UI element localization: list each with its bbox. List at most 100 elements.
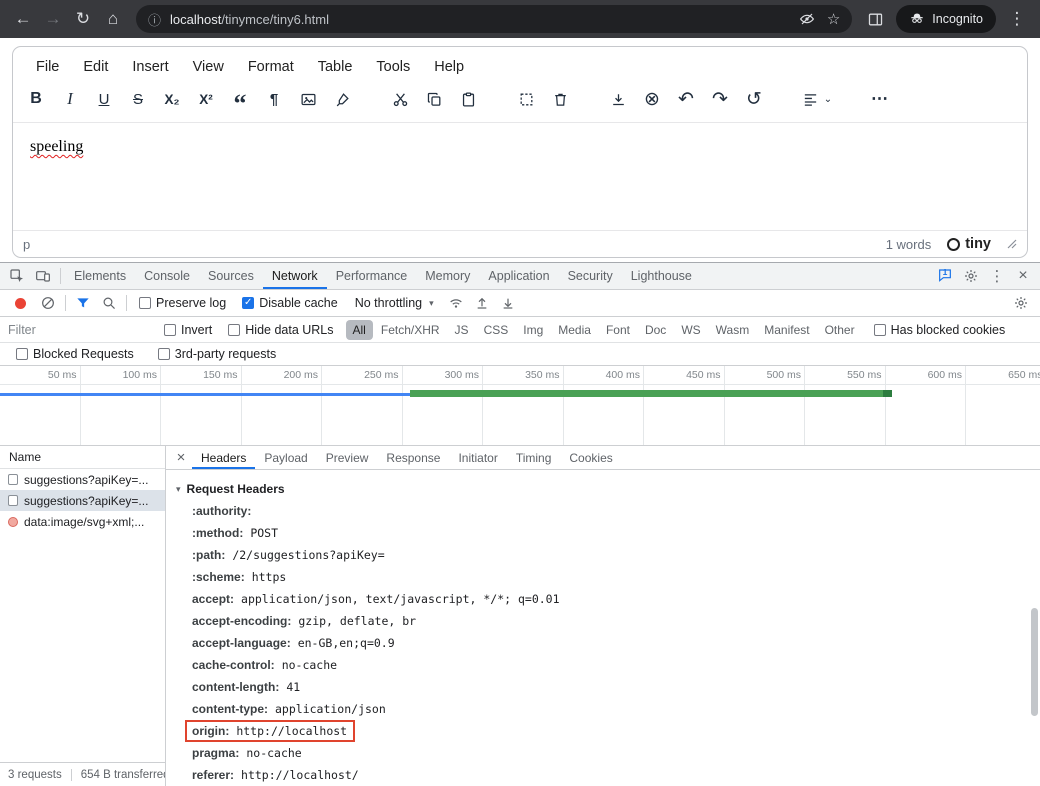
checkbox-unchecked[interactable] [158, 348, 170, 360]
devtools-menu-icon[interactable]: ⋮ [984, 264, 1010, 288]
inspect-icon[interactable] [4, 264, 30, 288]
issues-icon[interactable]: 1 [932, 264, 958, 288]
invert-checkbox[interactable]: Invert [164, 323, 212, 337]
select-all-icon[interactable] [509, 84, 543, 114]
filter-chip-wasm[interactable]: Wasm [709, 320, 757, 340]
disable-cache-checkbox[interactable]: ✓Disable cache [242, 296, 338, 310]
paragraph-icon[interactable]: ¶ [257, 84, 291, 114]
cancel-icon[interactable]: ⊗ [635, 84, 669, 114]
menu-format[interactable]: Format [237, 54, 305, 80]
has-blocked-cookies-checkbox[interactable]: Has blocked cookies [874, 323, 1006, 337]
network-settings-icon[interactable] [1008, 291, 1034, 315]
request-headers-section[interactable]: ▾ Request Headers [176, 478, 1026, 500]
menu-view[interactable]: View [182, 54, 235, 80]
align-icon[interactable]: ⌄ [795, 84, 839, 114]
address-bar[interactable]: ⓘ localhost/tinymce/tiny6.html ☆ [136, 5, 852, 33]
clear-icon[interactable] [35, 291, 61, 315]
word-count[interactable]: 1 words [886, 237, 932, 252]
italic-icon[interactable]: I [53, 84, 87, 114]
eye-blocked-icon[interactable] [799, 11, 815, 27]
menu-edit[interactable]: Edit [72, 54, 119, 80]
superscript-icon[interactable]: X² [189, 84, 223, 114]
close-details-icon[interactable]: × [170, 449, 192, 466]
tab-performance[interactable]: Performance [327, 263, 417, 289]
image-icon[interactable] [291, 84, 325, 114]
tab-memory[interactable]: Memory [416, 263, 479, 289]
details-tab-timing[interactable]: Timing [507, 446, 561, 469]
resize-handle-icon[interactable] [1007, 239, 1017, 249]
details-tab-headers[interactable]: Headers [192, 446, 255, 469]
network-conditions-icon[interactable] [443, 291, 469, 315]
details-tab-initiator[interactable]: Initiator [449, 446, 506, 469]
element-path[interactable]: p [23, 237, 30, 252]
request-row[interactable]: data:image/svg+xml;... [0, 511, 165, 532]
undo-icon[interactable]: ↶ [669, 84, 703, 114]
checkbox-unchecked[interactable] [16, 348, 28, 360]
filter-chip-media[interactable]: Media [551, 320, 598, 340]
filter-chip-ws[interactable]: WS [674, 320, 707, 340]
tab-network[interactable]: Network [263, 263, 327, 289]
filter-chip-manifest[interactable]: Manifest [757, 320, 816, 340]
bookmark-star-icon[interactable]: ☆ [827, 10, 840, 28]
scrollbar-thumb[interactable] [1031, 608, 1038, 716]
checkbox-unchecked[interactable] [874, 324, 886, 336]
reload-icon[interactable]: ↻ [68, 5, 98, 33]
export-icon[interactable] [601, 84, 635, 114]
import-har-icon[interactable] [469, 291, 495, 315]
brush-icon[interactable] [325, 84, 359, 114]
details-tab-payload[interactable]: Payload [255, 446, 316, 469]
side-panel-icon[interactable] [860, 5, 890, 33]
browser-menu-icon[interactable]: ⋮ [1002, 5, 1032, 33]
misspelled-word[interactable]: speeling [30, 138, 83, 155]
home-icon[interactable]: ⌂ [98, 5, 128, 33]
menu-table[interactable]: Table [307, 54, 364, 80]
more-icon[interactable]: ⋯ [863, 84, 897, 114]
filter-toggle-icon[interactable] [70, 291, 96, 315]
details-tab-response[interactable]: Response [377, 446, 449, 469]
tab-lighthouse[interactable]: Lighthouse [622, 263, 701, 289]
trash-icon[interactable] [543, 84, 577, 114]
site-info-icon[interactable]: ⓘ [148, 10, 161, 29]
paste-icon[interactable] [451, 84, 485, 114]
editor-content-area[interactable]: speeling [13, 123, 1027, 230]
tab-elements[interactable]: Elements [65, 263, 135, 289]
redo-icon[interactable]: ↷ [703, 84, 737, 114]
strikethrough-icon[interactable]: S [121, 84, 155, 114]
tab-console[interactable]: Console [135, 263, 199, 289]
name-column-header[interactable]: Name [0, 446, 165, 469]
checkbox-unchecked[interactable] [228, 324, 240, 336]
export-har-icon[interactable] [495, 291, 521, 315]
details-tab-preview[interactable]: Preview [317, 446, 378, 469]
scrollbar[interactable] [1030, 470, 1039, 786]
checkbox-unchecked[interactable] [139, 297, 151, 309]
tab-security[interactable]: Security [559, 263, 622, 289]
hide-data-urls-checkbox[interactable]: Hide data URLs [228, 323, 333, 337]
menu-help[interactable]: Help [423, 54, 475, 80]
underline-icon[interactable]: U [87, 84, 121, 114]
copy-icon[interactable] [417, 84, 451, 114]
preserve-log-checkbox[interactable]: Preserve log [139, 296, 226, 310]
menu-tools[interactable]: Tools [365, 54, 421, 80]
tiny-logo[interactable]: tiny [947, 236, 991, 252]
menu-file[interactable]: File [25, 54, 70, 80]
request-row[interactable]: suggestions?apiKey=... [0, 469, 165, 490]
bold-icon[interactable]: B [19, 84, 53, 114]
devtools-close-icon[interactable]: × [1010, 264, 1036, 288]
restore-icon[interactable]: ↺ [737, 84, 771, 114]
subscript-icon[interactable]: X₂ [155, 84, 189, 114]
throttling-dropdown[interactable]: No throttling▾ [355, 296, 434, 310]
filter-chip-other[interactable]: Other [818, 320, 862, 340]
blocked-requests-checkbox[interactable]: Blocked Requests [16, 347, 134, 361]
menu-insert[interactable]: Insert [121, 54, 179, 80]
checkbox-unchecked[interactable] [164, 324, 176, 336]
filter-input[interactable] [8, 323, 156, 337]
device-toolbar-icon[interactable] [30, 264, 56, 288]
filter-chip-font[interactable]: Font [599, 320, 637, 340]
request-row[interactable]: suggestions?apiKey=... [0, 490, 165, 511]
tab-application[interactable]: Application [479, 263, 558, 289]
third-party-checkbox[interactable]: 3rd-party requests [158, 347, 276, 361]
cut-icon[interactable] [383, 84, 417, 114]
tab-sources[interactable]: Sources [199, 263, 263, 289]
blockquote-icon[interactable]: “ [223, 84, 257, 114]
filter-chip-doc[interactable]: Doc [638, 320, 673, 340]
